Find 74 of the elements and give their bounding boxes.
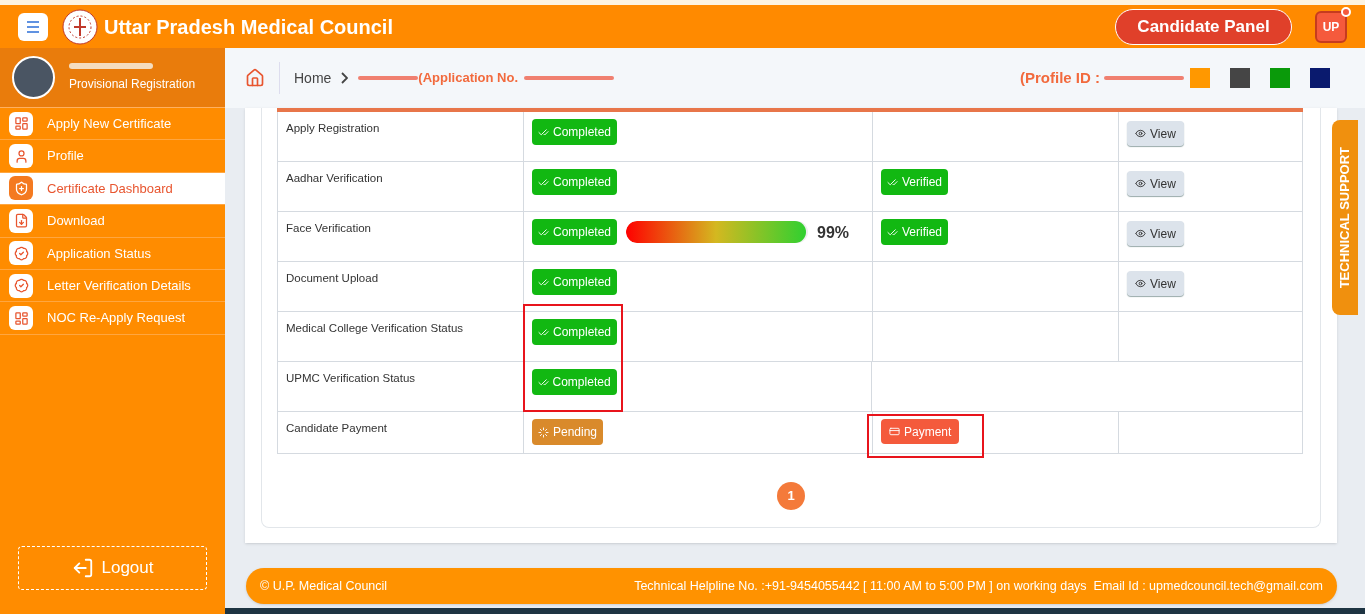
- chevron-icon: [341, 72, 349, 84]
- menu-icon: [26, 20, 40, 33]
- table-cell: Medical College Verification Status: [278, 312, 524, 361]
- home-icon[interactable]: [245, 68, 265, 88]
- grid-icon: [13, 116, 29, 132]
- double-check-icon: [538, 226, 549, 238]
- verified-badge: Verified: [881, 169, 949, 195]
- eye-icon: [1135, 128, 1146, 139]
- logout-icon: [71, 557, 94, 579]
- status-badge: Completed: [532, 319, 618, 345]
- file-download-icon: [13, 213, 29, 229]
- copyright-text: © U.P. Medical Council: [260, 577, 388, 595]
- double-check-icon: [538, 326, 549, 338]
- status-badge: Completed: [532, 269, 618, 295]
- sidebar-item[interactable]: Certificate Dashboard: [0, 172, 225, 206]
- table-cell: Face Verification: [278, 212, 524, 261]
- card-icon: [889, 426, 900, 437]
- double-check-icon: [538, 176, 549, 188]
- site-title: Uttar Pradesh Medical Council: [104, 14, 393, 40]
- badge-check-icon: [13, 245, 29, 261]
- table-cell: Aadhar Verification: [278, 162, 524, 211]
- sidebar-item[interactable]: NOC Re-Apply Request: [0, 302, 225, 335]
- menu-button[interactable]: [18, 12, 48, 41]
- view-button[interactable]: View: [1127, 171, 1184, 196]
- application-number: (Application No.: [418, 69, 519, 88]
- status-badge: Pending: [532, 419, 604, 445]
- avatar-placeholder: [12, 56, 55, 99]
- badge-check-icon: [13, 278, 29, 294]
- profile-id: (Profile ID :: [1020, 67, 1100, 88]
- view-button[interactable]: View: [1127, 271, 1184, 296]
- sidebar-item[interactable]: Download: [0, 205, 225, 238]
- status-badge: Completed: [532, 169, 618, 195]
- logout-button[interactable]: Logout: [18, 546, 207, 590]
- eye-icon: [1135, 178, 1146, 189]
- view-button[interactable]: View: [1127, 221, 1184, 246]
- eye-icon: [1135, 278, 1146, 289]
- double-check-icon: [887, 176, 898, 188]
- registration-type: Provisional Registration: [69, 75, 196, 93]
- home-link[interactable]: Home: [294, 67, 332, 89]
- page-button[interactable]: 1: [777, 482, 805, 510]
- table-cell: Candidate Payment: [278, 412, 524, 453]
- table-cell: Apply Registration: [278, 112, 524, 161]
- technical-support-tab[interactable]: TECHNICAL SUPPORT: [1332, 120, 1358, 315]
- double-check-icon: [887, 226, 898, 238]
- sidebar-item[interactable]: Application Status: [0, 237, 225, 270]
- candidate-panel-button[interactable]: Candidate Panel: [1115, 8, 1292, 45]
- verified-badge: Verified: [881, 219, 949, 245]
- user-badge[interactable]: UP: [1315, 10, 1347, 43]
- grid-icon: [13, 310, 29, 326]
- eye-icon: [1135, 228, 1146, 239]
- sidebar-item[interactable]: Letter Verification Details: [0, 269, 225, 303]
- theme-swatch[interactable]: [1230, 68, 1250, 88]
- payment-button[interactable]: Payment: [881, 419, 960, 444]
- sidebar-item[interactable]: Apply New Certificate: [0, 108, 225, 141]
- status-badge: Completed: [531, 369, 617, 395]
- theme-swatch[interactable]: [1190, 68, 1210, 88]
- theme-swatch[interactable]: [1270, 68, 1290, 88]
- double-check-icon: [537, 376, 549, 388]
- table-cell: Document Upload: [278, 262, 524, 311]
- table-cell: UPMC Verification Status: [278, 362, 524, 411]
- status-badge: Completed: [532, 119, 618, 145]
- redaction-mark: [358, 76, 419, 80]
- view-button[interactable]: View: [1127, 121, 1184, 146]
- helpline-text: Technical Helpline No. :+91-9454055442 [ 11:00 AM to 5:00 PM ] on working days Email Id : upmedcouncil.tech@gmail.com: [634, 577, 1323, 595]
- double-check-icon: [538, 276, 549, 288]
- progress-value: 99%: [817, 223, 850, 243]
- shield-icon: [13, 180, 29, 196]
- status-badge: Completed: [532, 219, 618, 245]
- emblem-icon: [62, 8, 98, 45]
- double-check-icon: [538, 126, 549, 138]
- user-icon: [13, 148, 29, 164]
- sidebar-item[interactable]: Profile: [0, 140, 225, 173]
- theme-swatch[interactable]: [1310, 68, 1330, 88]
- spinner-icon: [538, 426, 549, 438]
